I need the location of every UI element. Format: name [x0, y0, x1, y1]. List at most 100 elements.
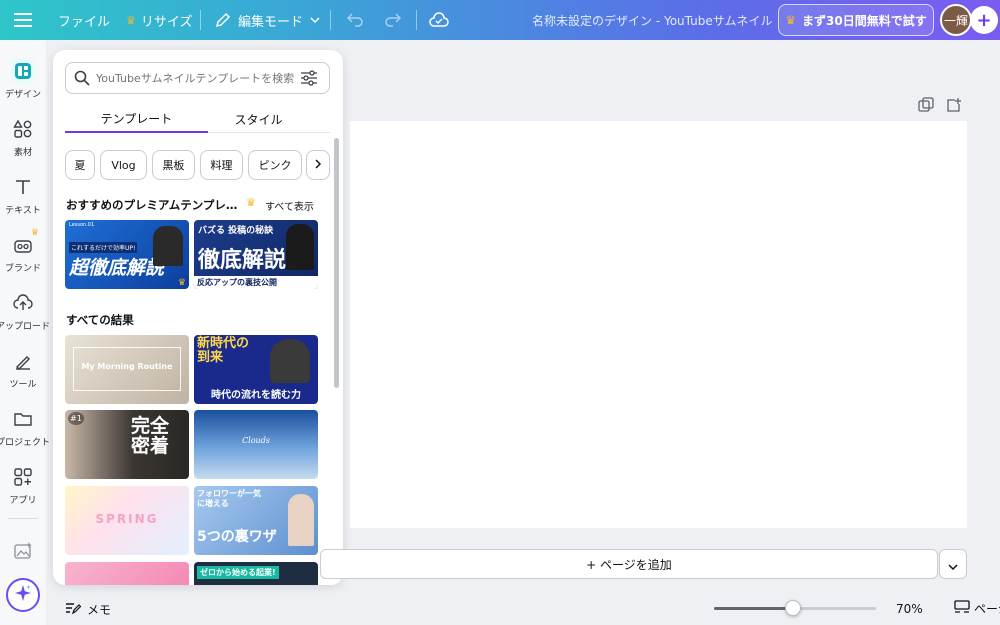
rail-item-design[interactable]: デザイン	[0, 54, 46, 108]
edit-mode-label: 編集モード	[238, 14, 304, 30]
thumb-text: 新時代の到来	[197, 336, 250, 365]
apps-icon	[10, 464, 36, 490]
filter-icon[interactable]	[300, 70, 318, 86]
rail-label: デザイン	[4, 90, 41, 100]
cloud-saved-icon[interactable]	[429, 0, 449, 40]
tab-styles[interactable]: スタイル	[187, 105, 330, 133]
redo-icon[interactable]	[384, 0, 402, 40]
search-icon	[74, 70, 90, 86]
rail-item-projects[interactable]: プロジェクト	[0, 402, 50, 456]
crown-icon: ♛	[785, 13, 797, 27]
person-image	[270, 339, 310, 383]
template-thumb[interactable]: My Morning Routine	[65, 335, 189, 404]
chips-scroll-right[interactable]	[306, 150, 330, 180]
divider	[416, 10, 417, 30]
person-image	[286, 224, 314, 270]
add-page-button[interactable]: + ページを追加	[320, 549, 938, 579]
magic-assistant-button[interactable]	[6, 578, 40, 612]
rail-item-text[interactable]: テキスト	[0, 170, 46, 224]
zoom-slider-thumb[interactable]	[785, 600, 802, 616]
thumb-text: 5つの裏ワザ	[197, 529, 277, 545]
chip-label: 黒板	[162, 159, 185, 172]
chip-vlog[interactable]: Vlog	[100, 150, 147, 180]
rail-item-brand[interactable]: ♛ ブランド	[0, 228, 46, 282]
rail-label: アップロード	[0, 322, 51, 332]
elements-icon	[10, 116, 36, 142]
thumb-text: 時代の流れを読む力	[211, 390, 301, 401]
notes-icon	[65, 601, 82, 618]
plus-icon: +	[976, 9, 992, 31]
menu-icon[interactable]	[14, 0, 32, 40]
see-all-link[interactable]: すべて表示	[265, 198, 314, 213]
rail-item-upload[interactable]: アップロード	[0, 286, 50, 340]
pages-button[interactable]: ページ	[954, 600, 1000, 617]
chip-label: 夏	[74, 159, 86, 172]
thumb-text: #1	[68, 412, 84, 425]
document-title[interactable]: 名称未設定のデザイン - YouTubeサムネイル	[532, 0, 773, 40]
chip-pink[interactable]: ピンク	[248, 150, 302, 180]
top-bar: ファイル ♛ リサイズ 編集モード 名称未設定のデザイン - YouTubeサム…	[0, 0, 1000, 40]
chevron-right-icon	[315, 158, 322, 172]
template-thumb[interactable]: ゼロから始める起業!	[194, 562, 318, 585]
thumb-text: 完全密着	[131, 415, 170, 457]
add-page-icon[interactable]	[946, 97, 964, 115]
design-canvas[interactable]	[350, 121, 967, 528]
trial-label: まず30日間無料で試す	[802, 13, 927, 28]
rail-label: ツール	[9, 380, 37, 390]
template-thumb[interactable]: フォロワーが一気に増える 5つの裏ワザ	[194, 486, 318, 555]
crown-icon: ♛	[246, 196, 256, 209]
share-plus-button[interactable]: +	[970, 6, 998, 34]
thumb-text: My Morning Routine	[81, 362, 173, 371]
template-thumb[interactable]: SPRING	[65, 486, 189, 555]
undo-icon[interactable]	[346, 0, 364, 40]
file-menu-label: ファイル	[58, 14, 111, 30]
template-thumb[interactable]	[65, 562, 189, 585]
text-icon	[10, 174, 36, 200]
rail-divider	[8, 518, 38, 519]
tools-icon	[10, 348, 36, 374]
document-title-text: 名称未設定のデザイン - YouTubeサムネイル	[532, 13, 773, 28]
pages-label: ページ	[974, 602, 1000, 616]
file-menu-button[interactable]: ファイル	[58, 0, 110, 40]
rail-item-elements[interactable]: 素材	[0, 112, 46, 166]
zoom-slider[interactable]	[714, 600, 876, 616]
chip-summer[interactable]: 夏	[65, 150, 95, 180]
chip-cooking[interactable]: 料理	[200, 150, 243, 180]
tab-label: スタイル	[234, 112, 283, 127]
template-search[interactable]	[65, 62, 330, 94]
template-thumb[interactable]: Clouds	[194, 410, 318, 479]
thumb-text: Clouds	[242, 436, 270, 445]
thumb-text: SPRING	[95, 512, 159, 526]
avatar[interactable]: 一輝	[940, 4, 972, 36]
template-thumb[interactable]: バズる 投稿の秘訣 徹底解説 反応アップの裏技公開	[194, 220, 318, 289]
template-thumb[interactable]: 新時代の到来 時代の流れを読む力	[194, 335, 318, 404]
resize-button[interactable]: ♛ リサイズ	[126, 0, 193, 40]
template-thumb[interactable]: Lesson.01 これするだけで効率UP! 超徹底解説 ♛	[65, 220, 189, 289]
add-page-menu-button[interactable]	[939, 549, 967, 579]
search-input[interactable]	[96, 71, 296, 85]
pencil-icon	[215, 12, 231, 28]
upload-icon	[10, 290, 36, 316]
notes-button[interactable]: メモ	[65, 601, 111, 618]
thumb-text: 反応アップの裏技公開	[194, 276, 318, 289]
edit-mode-button[interactable]: 編集モード	[215, 0, 320, 40]
person-image	[153, 226, 183, 266]
panel-tabs: テンプレート スタイル	[65, 105, 330, 133]
duplicate-page-icon[interactable]	[918, 97, 936, 115]
template-panel: テンプレート スタイル 夏 Vlog 黒板 料理 ピンク おすすめのプレミアムテ…	[53, 50, 343, 585]
chip-blackboard[interactable]: 黒板	[152, 150, 195, 180]
zoom-level[interactable]: 70%	[896, 602, 923, 616]
zoom-slider-fill	[714, 607, 794, 610]
chevron-down-icon	[948, 555, 958, 574]
rail-label: プロジェクト	[0, 438, 51, 448]
person-image	[288, 494, 314, 546]
rail-item-tools[interactable]: ツール	[0, 344, 46, 398]
chip-label: Vlog	[111, 158, 136, 172]
rail-label: ブランド	[4, 264, 41, 274]
rail-item-apps[interactable]: アプリ	[0, 460, 46, 514]
projects-icon	[10, 406, 36, 432]
add-page-label: + ページを追加	[586, 557, 672, 572]
template-thumb[interactable]: #1 完全密着	[65, 410, 189, 479]
trial-button[interactable]: ♛ まず30日間無料で試す	[778, 4, 934, 36]
panel-scrollbar[interactable]	[334, 138, 339, 388]
